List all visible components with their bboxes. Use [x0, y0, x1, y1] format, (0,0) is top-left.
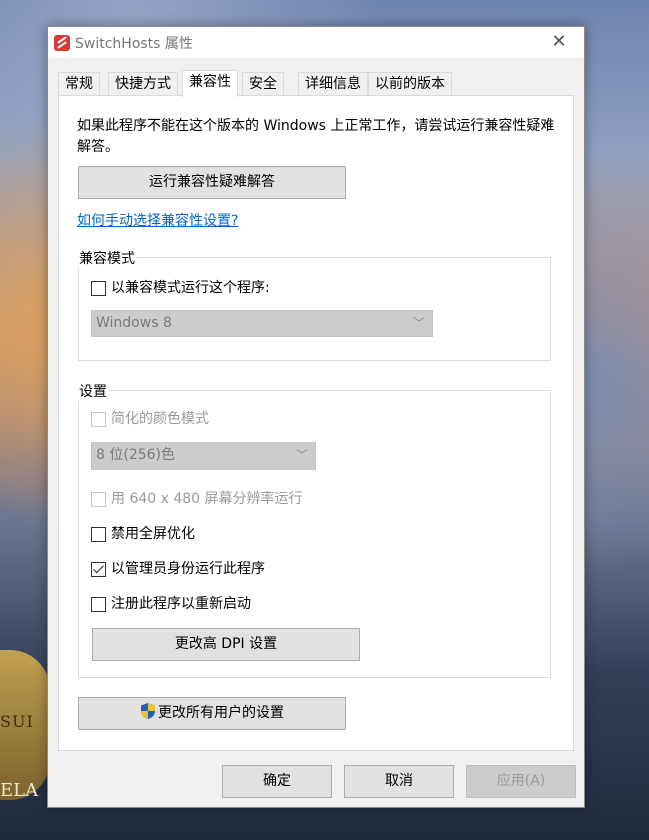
reduced-color-label: 简化的颜色模式 — [111, 411, 209, 427]
change-all-users-label: 更改所有用户的设置 — [158, 705, 284, 721]
os-version-select-value: Windows 8 — [96, 315, 172, 331]
tab-details[interactable]: 详细信息 — [298, 72, 368, 96]
change-dpi-button[interactable]: 更改高 DPI 设置 — [92, 628, 360, 661]
reduced-color-checkbox[interactable] — [91, 412, 106, 427]
compat-mode-group: 兼容模式 以兼容模式运行这个程序: Windows 8 ﹀ — [77, 248, 551, 361]
tab-compatibility[interactable]: 兼容性 — [182, 70, 238, 97]
os-version-select[interactable]: Windows 8 ﹀ — [91, 310, 433, 337]
uac-shield-icon — [141, 703, 155, 719]
disable-fullscreen-checkbox-row[interactable]: 禁用全屏优化 — [91, 526, 391, 544]
register-restart-checkbox-row[interactable]: 注册此程序以重新启动 — [91, 596, 391, 614]
res-640-label: 用 640 x 480 屏幕分辨率运行 — [111, 491, 303, 507]
close-button[interactable]: ✕ — [540, 28, 578, 56]
register-restart-checkbox[interactable] — [91, 597, 106, 612]
chevron-down-icon: ﹀ — [295, 448, 308, 462]
compat-mode-group-title: 兼容模式 — [77, 248, 137, 268]
run-as-admin-checkbox-row[interactable]: 以管理员身份运行此程序 — [91, 561, 391, 579]
title-bar[interactable]: SwitchHosts 属性 ✕ — [48, 27, 584, 58]
run-as-admin-label: 以管理员身份运行此程序 — [111, 561, 265, 577]
tab-bar: 常规 快捷方式 兼容性 安全 详细信息 以前的版本 — [58, 70, 574, 97]
change-all-users-button[interactable]: 更改所有用户的设置 — [78, 697, 346, 730]
compat-description: 如果此程序不能在这个版本的 Windows 上正常工作，请尝试运行兼容性疑难解答… — [77, 118, 555, 155]
background-sign-text-2: ELA — [0, 780, 39, 801]
run-troubleshooter-button[interactable]: 运行兼容性疑难解答 — [78, 166, 346, 199]
disable-fullscreen-checkbox[interactable] — [91, 527, 106, 542]
apply-button[interactable]: 应用(A) — [466, 765, 576, 798]
switchhosts-app-icon — [54, 35, 70, 51]
background-sign-text: SUI — [0, 712, 34, 731]
compat-mode-checkbox-label: 以兼容模式运行这个程序: — [111, 280, 270, 296]
color-depth-select-value: 8 位(256)色 — [96, 447, 176, 463]
res-640-checkbox[interactable] — [91, 492, 106, 507]
compat-mode-checkbox-row[interactable]: 以兼容模式运行这个程序: — [91, 280, 391, 298]
tab-general[interactable]: 常规 — [58, 72, 100, 96]
ok-button[interactable]: 确定 — [222, 765, 332, 798]
disable-fullscreen-label: 禁用全屏优化 — [111, 526, 195, 542]
tab-previous-versions[interactable]: 以前的版本 — [368, 72, 452, 96]
properties-dialog: SwitchHosts 属性 ✕ 常规 快捷方式 兼容性 安全 详细信息 以前的… — [47, 26, 585, 808]
color-depth-select[interactable]: 8 位(256)色 ﹀ — [91, 442, 316, 470]
run-as-admin-checkbox[interactable] — [91, 562, 106, 577]
settings-group-title: 设置 — [77, 381, 109, 401]
cancel-button[interactable]: 取消 — [344, 765, 454, 798]
chevron-down-icon: ﹀ — [412, 316, 425, 330]
window-title: SwitchHosts 属性 — [75, 36, 193, 52]
settings-group: 设置 简化的颜色模式 8 位(256)色 ﹀ 用 640 x 480 屏幕分辨率… — [77, 381, 551, 678]
register-restart-label: 注册此程序以重新启动 — [111, 596, 251, 612]
manual-settings-link[interactable]: 如何手动选择兼容性设置? — [77, 210, 238, 230]
reduced-color-checkbox-row[interactable]: 简化的颜色模式 — [91, 411, 391, 429]
compat-mode-checkbox[interactable] — [91, 281, 106, 296]
res-640-checkbox-row[interactable]: 用 640 x 480 屏幕分辨率运行 — [91, 491, 411, 509]
tab-security[interactable]: 安全 — [242, 72, 284, 96]
tab-shortcut[interactable]: 快捷方式 — [108, 72, 178, 96]
compatibility-panel: 如果此程序不能在这个版本的 Windows 上正常工作，请尝试运行兼容性疑难解答… — [58, 95, 574, 751]
